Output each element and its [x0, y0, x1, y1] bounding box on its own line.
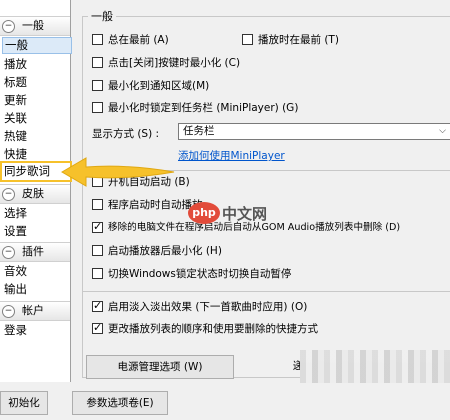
nav-item-login[interactable]: 登录	[2, 322, 70, 339]
annotation-arrow-icon	[61, 157, 175, 187]
always-on-top-label: 总在最前 (A)	[108, 34, 169, 46]
change-shortcut-label: 更改播放列表的顺序和使用要删除的快捷方式	[108, 323, 318, 335]
nav-group-plugins-label: 插件	[22, 245, 44, 258]
close-minimize-label: 点击[关闭]按键时最小化 (C)	[108, 57, 241, 69]
minimize-taskbar-checkbox[interactable]	[92, 102, 103, 113]
divider	[82, 291, 450, 292]
nav-group-account-label: 帐户	[22, 304, 44, 317]
nav-item-playback[interactable]: 播放	[2, 56, 70, 73]
fade-label: 启用淡入淡出效果 (下一首歌曲时应用) (O)	[108, 301, 308, 313]
minimize-tray-checkbox[interactable]	[92, 80, 103, 91]
nav-group-skin-label: 皮肤	[22, 187, 44, 200]
nav-item-hotkeys[interactable]: 热键	[2, 128, 70, 145]
minimize-tray-label: 最小化到通知区域(M)	[108, 80, 210, 92]
always-on-top-checkbox[interactable]	[92, 34, 103, 45]
pause-on-lock-checkbox[interactable]	[92, 268, 103, 279]
collapse-icon[interactable]: −	[2, 188, 15, 201]
options-button[interactable]: 参数选项卷(E)	[72, 391, 168, 415]
change-shortcut-checkbox[interactable]	[92, 320, 103, 336]
group-title: 一般	[88, 8, 116, 24]
display-mode-label: 显示方式 (S) :	[92, 128, 160, 140]
nav-item-update[interactable]: 更新	[2, 92, 70, 109]
top-when-playing-checkbox[interactable]	[242, 34, 253, 45]
nav-item-general[interactable]: 一般	[2, 37, 72, 54]
nav-item-association[interactable]: 关联	[2, 110, 70, 127]
minimize-taskbar-label: 最小化时锁定到任务栏 (MiniPlayer) (G)	[108, 102, 299, 114]
top-when-playing-label: 播放时在最前 (T)	[258, 34, 339, 46]
autoplay-checkbox[interactable]	[92, 199, 103, 210]
display-mode-select[interactable]: 任务栏 ⌵	[178, 123, 450, 140]
collapse-icon[interactable]: −	[2, 246, 15, 259]
nav-group-general-label: 一般	[22, 19, 44, 32]
miniplayer-help-link[interactable]: 添加何使用MiniPlayer	[178, 148, 285, 163]
nav-group-plugins[interactable]: − 插件	[0, 242, 70, 262]
watermark-logo-text: php	[188, 202, 220, 224]
collapse-icon[interactable]: −	[2, 20, 15, 33]
display-mode-value: 任务栏	[183, 125, 215, 137]
watermark-logo: php 中文网	[188, 200, 268, 228]
nav-item-skin-select[interactable]: 选择	[2, 205, 70, 222]
nav-item-output[interactable]: 输出	[2, 281, 70, 298]
nav-item-title[interactable]: 标题	[2, 74, 70, 91]
chevron-down-icon[interactable]: ⌵	[439, 124, 446, 139]
minimize-on-start-label: 启动播放器后最小化 (H)	[108, 245, 222, 257]
fade-checkbox[interactable]	[92, 298, 103, 314]
nav-group-account[interactable]: − 帐户	[0, 301, 70, 321]
minimize-on-start-checkbox[interactable]	[92, 245, 103, 256]
nav-group-general[interactable]: − 一般	[0, 16, 70, 36]
pause-on-lock-label: 切换Windows锁定状态时切换自动暂停	[108, 268, 292, 280]
nav-item-skin-settings[interactable]: 设置	[2, 223, 70, 240]
watermark-text: 中文网	[222, 205, 268, 223]
remove-deleted-checkbox[interactable]	[92, 219, 103, 235]
reset-button[interactable]: 初始化	[0, 391, 48, 415]
nav-item-audio-effects[interactable]: 音效	[2, 263, 70, 280]
collapse-icon[interactable]: −	[2, 305, 15, 318]
close-minimize-checkbox[interactable]	[92, 57, 103, 68]
power-options-button[interactable]: 电源管理选项 (W)	[86, 355, 234, 379]
dialog-footer: 初始化 参数选项卷(E)	[0, 383, 450, 420]
